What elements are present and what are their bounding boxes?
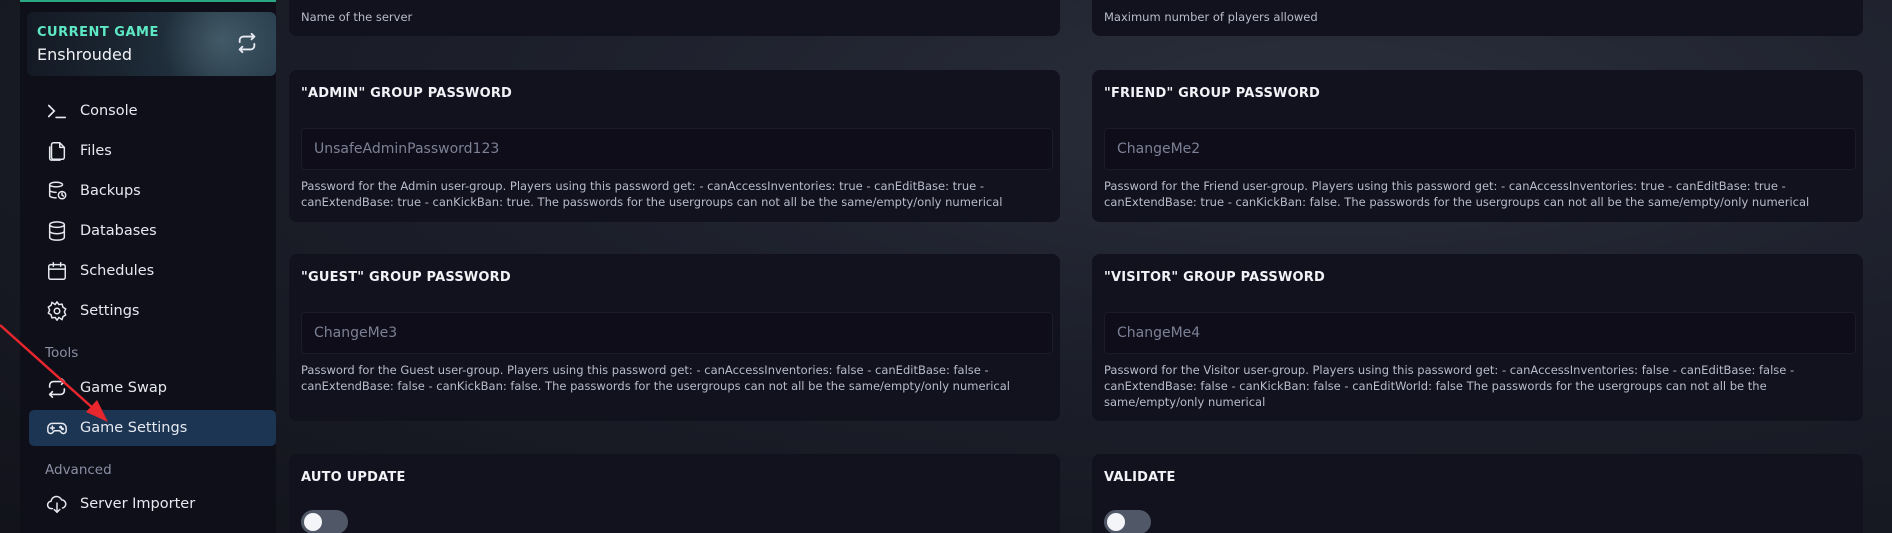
sidebar-item-label: Game Settings xyxy=(80,420,188,436)
current-game-name: Enshrouded xyxy=(37,45,133,64)
sidebar-item-label: Databases xyxy=(80,223,157,239)
visitor-password-input[interactable]: ChangeMe4 xyxy=(1104,312,1856,354)
server-name-card: Name of the server xyxy=(289,0,1060,36)
visitor-password-title: "VISITOR" GROUP PASSWORD xyxy=(1104,270,1325,285)
sidebar-item-label: Backups xyxy=(80,183,141,199)
validate-title: VALIDATE xyxy=(1104,470,1176,485)
files-icon xyxy=(46,140,68,162)
admin-password-title: "ADMIN" GROUP PASSWORD xyxy=(301,86,513,101)
sidebar-item-label: Settings xyxy=(80,303,140,319)
sidebar: CURRENT GAME Enshrouded Console Files Ba… xyxy=(20,0,276,533)
max-players-card: Maximum number of players allowed xyxy=(1092,0,1863,36)
guest-password-description: Password for the Guest user-group. Playe… xyxy=(301,363,1011,393)
current-game-card: CURRENT GAME Enshrouded xyxy=(27,12,276,76)
friend-password-input[interactable]: ChangeMe2 xyxy=(1104,128,1856,170)
sidebar-item-files[interactable]: Files xyxy=(29,133,276,169)
section-label-tools: Tools xyxy=(45,345,79,361)
sidebar-item-label: Console xyxy=(80,103,138,119)
auto-update-title: AUTO UPDATE xyxy=(301,470,406,485)
guest-password-input[interactable]: ChangeMe3 xyxy=(301,312,1053,354)
admin-password-description: Password for the Admin user-group. Playe… xyxy=(301,179,1003,209)
sidebar-item-game-swap[interactable]: Game Swap xyxy=(29,370,276,406)
friend-password-card: "FRIEND" GROUP PASSWORD ChangeMe2 Passwo… xyxy=(1092,70,1863,222)
gamepad-icon xyxy=(46,417,68,439)
sidebar-item-console[interactable]: Console xyxy=(29,93,276,129)
toggle-knob xyxy=(304,513,322,531)
sidebar-item-databases[interactable]: Databases xyxy=(29,213,276,249)
validate-toggle[interactable] xyxy=(1104,510,1151,533)
sidebar-item-server-importer[interactable]: Server Importer xyxy=(29,486,276,522)
database-icon xyxy=(46,220,68,242)
terminal-icon xyxy=(46,100,68,122)
auto-update-card: AUTO UPDATE xyxy=(289,454,1060,533)
max-players-description: Maximum number of players allowed xyxy=(1104,10,1318,24)
sidebar-item-label: Files xyxy=(80,143,112,159)
backups-icon xyxy=(46,180,68,202)
friend-password-title: "FRIEND" GROUP PASSWORD xyxy=(1104,86,1321,101)
swap-icon xyxy=(46,377,68,399)
guest-password-card: "GUEST" GROUP PASSWORD ChangeMe3 Passwor… xyxy=(289,254,1060,421)
sidebar-item-label: Schedules xyxy=(80,263,155,279)
sidebar-accent-line xyxy=(20,0,276,2)
sidebar-item-label: Server Importer xyxy=(80,496,196,512)
sidebar-item-game-settings[interactable]: Game Settings xyxy=(29,410,276,446)
validate-card: VALIDATE xyxy=(1092,454,1863,533)
guest-password-title: "GUEST" GROUP PASSWORD xyxy=(301,270,511,285)
section-label-advanced: Advanced xyxy=(45,462,112,478)
gear-icon xyxy=(46,300,68,322)
server-name-description: Name of the server xyxy=(301,10,413,24)
admin-password-card: "ADMIN" GROUP PASSWORD UnsafeAdminPasswo… xyxy=(289,70,1060,222)
visitor-password-description: Password for the Visitor user-group. Pla… xyxy=(1104,363,1795,409)
sidebar-item-backups[interactable]: Backups xyxy=(29,173,276,209)
sidebar-item-settings[interactable]: Settings xyxy=(29,293,276,329)
admin-password-input[interactable]: UnsafeAdminPassword123 xyxy=(301,128,1053,170)
visitor-password-card: "VISITOR" GROUP PASSWORD ChangeMe4 Passw… xyxy=(1092,254,1863,421)
sidebar-item-label: Game Swap xyxy=(80,380,167,396)
calendar-icon xyxy=(46,260,68,282)
swap-game-icon[interactable] xyxy=(236,32,258,54)
toggle-knob xyxy=(1107,513,1125,531)
sidebar-item-schedules[interactable]: Schedules xyxy=(29,253,276,289)
cloud-download-icon xyxy=(46,493,68,515)
friend-password-description: Password for the Friend user-group. Play… xyxy=(1104,179,1810,209)
auto-update-toggle[interactable] xyxy=(301,510,348,533)
current-game-label: CURRENT GAME xyxy=(37,25,159,40)
